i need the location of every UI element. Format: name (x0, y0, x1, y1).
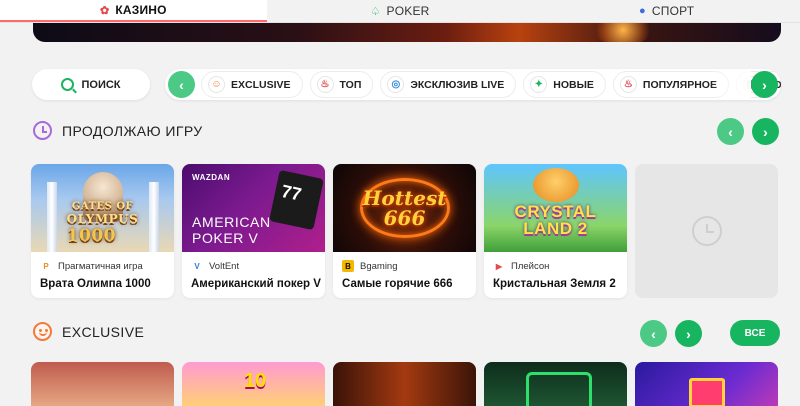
category-chip[interactable]: ☺ EXCLUSIVE (201, 71, 303, 98)
category-chip-label: ЭКСКЛЮЗИВ LIVE (410, 78, 505, 91)
continue-games-row: GATES OF OLYMPUS 1000 P Прагматичная игра В… (31, 164, 778, 298)
show-all-button[interactable]: ВСЕ (730, 320, 780, 346)
chips-prev-button[interactable]: ‹ (168, 71, 195, 98)
exclusive-games-row (31, 362, 778, 406)
tab-sport[interactable]: ● СПОРТ (533, 0, 800, 22)
category-chip-label: ТОП (339, 78, 362, 91)
chips-next-button[interactable]: › (751, 71, 778, 98)
continue-next-button[interactable]: › (752, 118, 779, 145)
game-thumbnail: CRYSTAL LAND 2 (484, 164, 627, 252)
search-button[interactable]: ПОИСК (32, 69, 150, 100)
tab-casino[interactable]: ✿ КАЗИНО (0, 0, 267, 22)
category-chip-label: ПОПУЛЯРНОЕ (642, 78, 717, 91)
section-exclusive-header: EXCLUSIVE (33, 322, 144, 341)
exclusive-next-button[interactable]: › (675, 320, 702, 347)
category-chip-label: EXCLUSIVE (231, 78, 291, 91)
provider-name: Bgaming (360, 260, 398, 272)
hero-banner[interactable] (33, 23, 781, 42)
category-chip[interactable]: ✦ НОВЫЕ (523, 71, 606, 98)
game-card[interactable]: Hottest 666 B Bgaming Самые горячие 666 (333, 164, 476, 298)
tab-poker-label: POKER (386, 4, 430, 18)
game-title: Самые горячие 666 (342, 278, 453, 290)
category-strip: ‹ ☺ EXCLUSIVE ♨ ТОП ◎ ЭКСКЛЮЗИВ LIVE ✦ НОВЫЕ ♨ ПО… (165, 69, 781, 100)
empty-slot-placeholder (635, 164, 778, 298)
tab-casino-label: КАЗИНО (115, 3, 167, 17)
continue-prev-button[interactable]: ‹ (717, 118, 744, 145)
game-card[interactable]: WAZDAN AMERICANPOKER V V VoltEnt Американ… (182, 164, 325, 298)
exclusive-prev-button[interactable]: ‹ (640, 320, 667, 347)
top-tabs: ✿ КАЗИНО ♤ POKER ● СПОРТ (0, 0, 800, 23)
tab-poker[interactable]: ♤ POKER (267, 0, 534, 22)
provider-logo-icon: ▶ (495, 261, 503, 271)
game-title: Врата Олимпа 1000 (40, 278, 151, 290)
provider-logo-icon: V (194, 261, 200, 271)
clock-icon (691, 216, 722, 246)
game-card[interactable] (484, 362, 627, 406)
game-title: Кристальная Земля 2 (493, 278, 616, 290)
category-chip[interactable]: ♨ ТОП (309, 71, 374, 98)
continue-arrows: ‹ › (717, 118, 779, 145)
game-card[interactable] (31, 362, 174, 406)
flame-icon: ♨ (316, 76, 334, 93)
game-title: Американский покер V (191, 278, 321, 290)
game-thumbnail: Hottest 666 (333, 164, 476, 252)
category-chips: ☺ EXCLUSIVE ♨ ТОП ◎ ЭКСКЛЮЗИВ LIVE ✦ НОВЫЕ ♨ ПОПУ… (201, 71, 781, 98)
provider-logo-icon: B (342, 260, 354, 272)
section-continue-header: ПРОДОЛЖАЮ ИГРУ (33, 121, 203, 140)
new-icon: ✦ (530, 76, 548, 93)
game-card[interactable] (182, 362, 325, 406)
provider-name: VoltEnt (209, 260, 240, 272)
fire-icon: ♨ (619, 76, 637, 93)
section-continue-title: ПРОДОЛЖАЮ ИГРУ (62, 122, 203, 139)
section-exclusive-title: EXCLUSIVE (62, 323, 145, 340)
game-card[interactable] (635, 362, 778, 406)
live-icon: ◎ (387, 76, 405, 93)
casino-icon: ✿ (99, 4, 110, 17)
game-thumbnail: GATES OF OLYMPUS 1000 (31, 164, 174, 252)
search-icon (61, 78, 75, 91)
game-card[interactable] (333, 362, 476, 406)
tab-sport-label: СПОРТ (651, 4, 695, 18)
search-label: ПОИСК (81, 78, 121, 91)
game-card[interactable]: GATES OF OLYMPUS 1000 P Прагматичная игра В… (31, 164, 174, 298)
exclusive-arrows: ‹ › (640, 320, 702, 347)
provider-name: Плейсон (511, 260, 550, 272)
provider-name: Прагматичная игра (58, 260, 143, 272)
smile-icon (33, 322, 52, 341)
clock-icon (33, 121, 52, 140)
provider-logo-icon: P (43, 261, 49, 271)
ball-icon: ● (639, 5, 646, 17)
game-thumbnail: WAZDAN AMERICANPOKER V (182, 164, 325, 252)
category-chip[interactable]: ◎ ЭКСКЛЮЗИВ LIVE (380, 71, 517, 98)
smile-icon: ☺ (208, 76, 225, 93)
category-chip-label: НОВЫЕ (553, 78, 594, 91)
game-card[interactable]: CRYSTAL LAND 2 ▶ Плейсон Кристальная Земля… (484, 164, 627, 298)
spade-icon: ♤ (370, 5, 381, 18)
